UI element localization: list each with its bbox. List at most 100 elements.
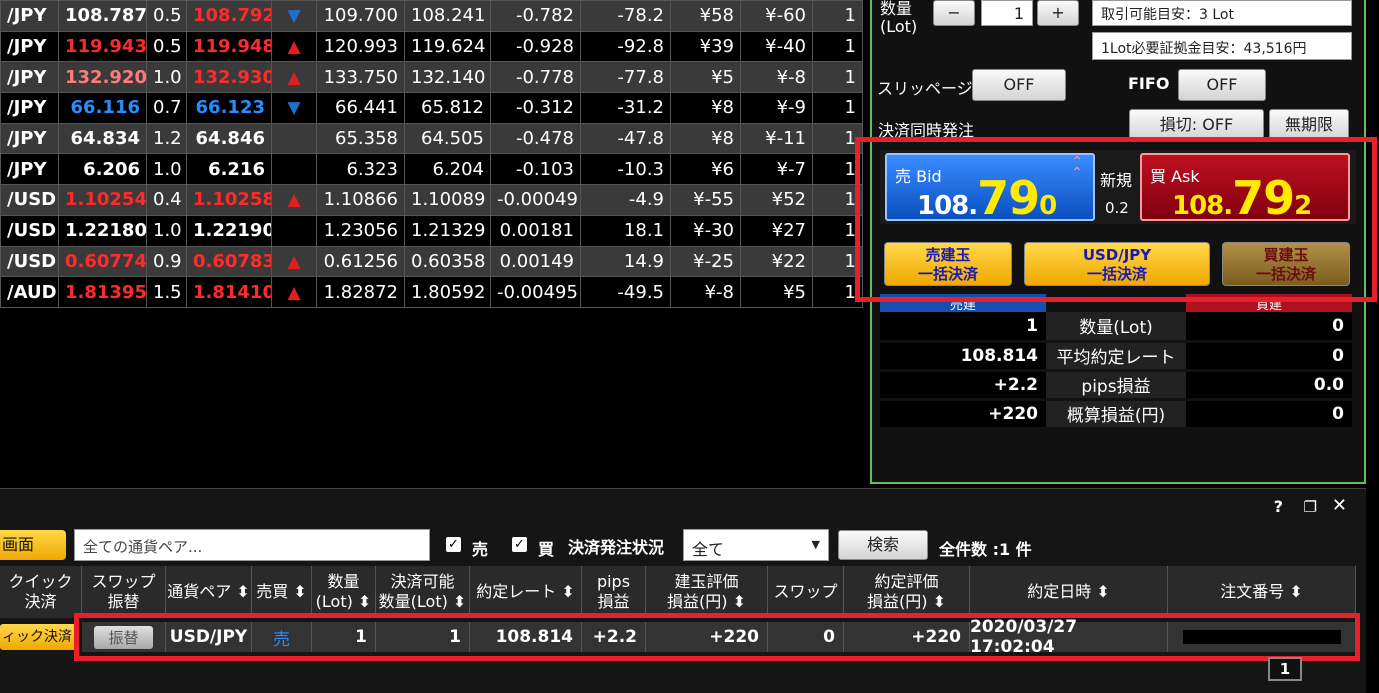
rate-chg: -0.00495 (490, 276, 581, 308)
col-swap[interactable]: スワップ (768, 566, 844, 618)
rate-swap-buy: ¥-8 (740, 61, 813, 94)
rate-ask: 1.22190 (186, 214, 272, 247)
rate-swap-sell: ¥8 (670, 122, 741, 155)
rate-row[interactable]: /JPY 6.206 1.0 6.216 6.323 6.204 -0.103 -10.3 ¥6… (0, 153, 863, 186)
restore-icon[interactable]: ❐ (1304, 498, 1317, 516)
rate-pair: /JPY (0, 30, 59, 63)
rate-low: 1.80592 (404, 276, 491, 308)
rate-pips: -47.8 (580, 122, 671, 155)
order-status-select[interactable]: 全て ▼ (683, 529, 829, 561)
rate-row[interactable]: /JPY 108.787 0.5 108.792 ▼ 109.700 108.241 -0.7… (0, 0, 863, 32)
rate-pair: /JPY (0, 122, 59, 155)
pair-filter-input[interactable]: 全ての通貨ペア... (74, 529, 430, 561)
rate-swap-sell: ¥8 (670, 92, 741, 124)
rate-pips: 14.9 (580, 245, 671, 278)
qty-plus-button[interactable]: + (1037, 0, 1079, 26)
col-side[interactable]: 売買 ⬍ (252, 566, 312, 618)
qty-minus-button[interactable]: − (933, 0, 975, 26)
rate-chg: -0.103 (490, 153, 581, 186)
rate-bid: 0.60774 (58, 245, 147, 278)
rate-pips: -4.9 (580, 184, 671, 216)
quick-settle-button[interactable]: ィック決済 (0, 624, 76, 650)
rate-high: 120.993 (316, 30, 405, 63)
rate-high: 1.10866 (316, 184, 405, 216)
search-button[interactable]: 検索 (838, 530, 928, 560)
rate-ask: 64.846 (186, 122, 272, 155)
rate-spread: 1.5 (146, 276, 187, 308)
position-row: 108.814 平均約定レート 0 (880, 341, 1352, 372)
rate-pair: /JPY (0, 92, 59, 124)
rate-bid: 119.943 (58, 30, 147, 63)
rate-high: 133.750 (316, 61, 405, 94)
rate-swap-sell: ¥39 (670, 30, 741, 63)
down-arrow-icon: ▼ (271, 0, 317, 32)
highlight-quote-box (855, 137, 1377, 302)
rate-low: 108.241 (404, 0, 491, 32)
rate-row[interactable]: /JPY 66.116 0.7 66.123 ▼ 66.441 65.812 -0.312 -3… (0, 92, 863, 124)
rate-ask: 1.81410 (186, 276, 272, 308)
slippage-label: スリッページ (877, 79, 973, 98)
rate-row[interactable]: /USD 0.60774 0.9 0.60783 ▲ 0.61256 0.60358 0.00… (0, 245, 863, 278)
rate-low: 1.10089 (404, 184, 491, 216)
screen-button[interactable]: 画面 (0, 530, 66, 560)
rate-low: 1.21329 (404, 214, 491, 247)
rate-row[interactable]: /JPY 64.834 1.2 64.846 65.358 64.505 -0.478 -47… (0, 122, 863, 155)
qty-input[interactable]: 1 (981, 0, 1033, 26)
rate-swap-buy: ¥27 (740, 214, 813, 247)
col-order-number[interactable]: 注文番号 ⬍ (1168, 566, 1356, 618)
sell-checkbox[interactable]: ✓ (446, 537, 461, 552)
sell-value: +220 (880, 399, 1046, 430)
col-qty[interactable]: 数量 (Lot) ⬍ (312, 566, 376, 618)
rate-row[interactable]: /USD 1.10254 0.4 1.10258 ▲ 1.10866 1.10089 -0.0… (0, 184, 863, 216)
slippage-toggle[interactable]: OFF (972, 69, 1066, 101)
page-number[interactable]: 1 (1268, 657, 1302, 681)
rate-swap-sell: ¥-55 (670, 184, 741, 216)
col-pair[interactable]: 通貨ペア ⬍ (166, 566, 252, 618)
col-swap-transfer[interactable]: スワップ 振替 (82, 566, 166, 618)
fifo-label: FIFO (1128, 74, 1170, 93)
rate-spread: 1.0 (146, 61, 187, 94)
rate-row[interactable]: /JPY 119.943 0.5 119.948 ▲ 120.993 119.624 -0.9… (0, 30, 863, 63)
rate-high: 6.323 (316, 153, 405, 186)
buy-checkbox[interactable]: ✓ (512, 537, 527, 552)
rate-ask: 1.10258 (186, 184, 272, 216)
rate-bid: 6.206 (58, 153, 147, 186)
position-label: 概算損益(円) (1046, 399, 1186, 430)
col-position-eval[interactable]: 建玉評価 損益(円) ⬍ (646, 566, 768, 618)
col-datetime[interactable]: 約定日時 ⬍ (970, 566, 1168, 618)
rate-table: /JPY 108.787 0.5 108.792 ▼ 109.700 108.241 -0.7… (0, 0, 863, 308)
fifo-toggle[interactable]: OFF (1178, 69, 1266, 101)
col-pips[interactable]: pips 損益 (582, 566, 646, 618)
up-arrow-icon: ▲ (271, 184, 317, 216)
rate-swap-buy: ¥22 (740, 245, 813, 278)
rate-spread: 0.4 (146, 184, 187, 216)
qty-label: 数量 (Lot) (880, 0, 918, 36)
rate-swap-sell: ¥-25 (670, 245, 741, 278)
col-rate[interactable]: 約定レート ⬍ (470, 566, 582, 618)
rate-ask: 132.930 (186, 61, 272, 94)
rate-row[interactable]: /USD 1.22180 1.0 1.22190 1.23056 1.21329 0.001… (0, 214, 863, 247)
rate-high: 109.700 (316, 0, 405, 32)
rate-pips: -10.3 (580, 153, 671, 186)
rate-spread: 1.2 (146, 122, 187, 155)
rate-spread: 1.0 (146, 214, 187, 247)
rate-row[interactable]: /AUD 1.81395 1.5 1.81410 ▲ 1.82872 1.80592 -0.0… (0, 276, 863, 308)
available-lot: 取引可能目安：3 Lot (1092, 0, 1352, 26)
rate-pair: /USD (0, 214, 59, 247)
rate-pips: -92.8 (580, 30, 671, 63)
up-arrow-icon: ▲ (271, 245, 317, 278)
col-quick-settle[interactable]: クイック 決済 (0, 566, 82, 618)
rate-bid: 1.81395 (58, 276, 147, 308)
rate-pips: -31.2 (580, 92, 671, 124)
rate-pair: /USD (0, 184, 59, 216)
rate-swap-buy: ¥-40 (740, 30, 813, 63)
col-settleable-qty[interactable]: 決済可能 数量(Lot) ⬍ (376, 566, 470, 618)
rate-chg: -0.312 (490, 92, 581, 124)
rate-row[interactable]: /JPY 132.920 1.0 132.930 ▲ 133.750 132.140 -0.7… (0, 61, 863, 94)
close-icon[interactable]: ✕ (1332, 495, 1347, 516)
col-exec-eval[interactable]: 約定評価 損益(円) ⬍ (844, 566, 970, 618)
rate-ask: 119.948 (186, 30, 272, 63)
help-icon[interactable]: ? (1274, 497, 1283, 516)
rate-pair: /USD (0, 245, 59, 278)
sell-value: +2.2 (880, 370, 1046, 401)
